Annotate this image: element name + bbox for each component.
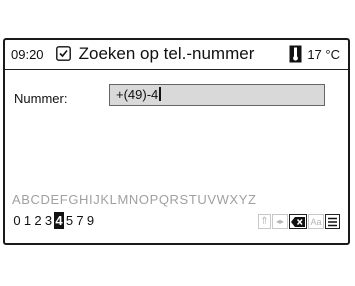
temperature-readout: 17 °C	[307, 47, 340, 62]
digit-key[interactable]: 5	[65, 212, 75, 229]
digit-row: 0 1 2 3 4 5 7 9	[12, 212, 96, 229]
digit-key[interactable]: 1	[23, 212, 33, 229]
case-toggle-key[interactable]: Aa	[308, 214, 324, 229]
digit-key[interactable]: 9	[86, 212, 96, 229]
thermometer-icon	[289, 45, 302, 63]
clock-time: 09:20	[11, 47, 44, 62]
phone-search-screen: 09:20 Zoeken op tel.-nummer 17 °C Nummer…	[3, 38, 350, 245]
list-key[interactable]	[325, 214, 340, 229]
digit-key[interactable]: 2	[33, 212, 43, 229]
phone-number-input[interactable]: +(49)-4	[109, 84, 325, 106]
phone-number-value: +(49)-4	[116, 87, 159, 102]
digit-key[interactable]: 0	[12, 212, 22, 229]
digit-key-selected[interactable]: 4	[54, 212, 64, 229]
backspace-icon	[291, 216, 305, 227]
digit-key[interactable]: 3	[44, 212, 54, 229]
cursor-move-key[interactable]: ◂▸	[272, 214, 288, 229]
text-cursor	[159, 87, 161, 101]
digit-key[interactable]: 7	[75, 212, 85, 229]
clock-icon	[56, 46, 71, 61]
page-title: Zoeken op tel.-nummer	[78, 44, 255, 63]
status-bar: 09:20 Zoeken op tel.-nummer 17 °C	[5, 40, 348, 70]
list-icon	[328, 217, 337, 226]
function-keys: ⇑ ◂▸ Aa	[258, 214, 340, 229]
letter-row[interactable]: ABCDEFGHIJKLMNOPQRSTUVWXYZ	[12, 192, 257, 207]
backspace-key[interactable]	[289, 214, 307, 229]
shift-up-key[interactable]: ⇑	[258, 214, 271, 229]
number-label: Nummer:	[14, 91, 68, 106]
